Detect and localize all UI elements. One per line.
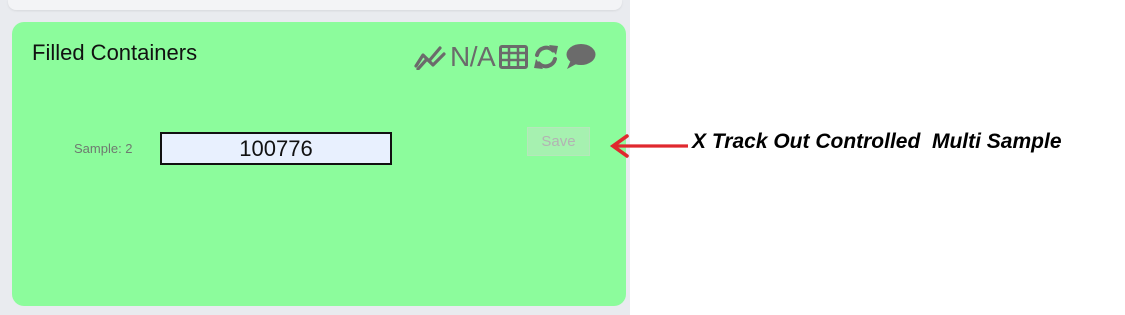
sample-label: Sample: 2 [74,141,133,156]
trend-chart-icon[interactable] [414,44,446,70]
save-button[interactable]: Save [527,127,590,156]
card-toolbar: N/A [414,40,600,74]
card-title: Filled Containers [32,40,198,65]
table-icon[interactable] [499,45,529,69]
previous-card-edge [8,0,622,10]
na-label[interactable]: N/A [450,40,496,74]
sample-input[interactable] [160,132,392,165]
annotation-text: X Track Out Controlled Multi Sample [692,130,1062,153]
annotation-arrow [609,134,688,158]
refresh-icon[interactable] [532,43,560,71]
comment-icon[interactable] [564,43,596,71]
filled-containers-card: Filled Containers N/A Sample: 2 100776 S… [12,22,626,306]
